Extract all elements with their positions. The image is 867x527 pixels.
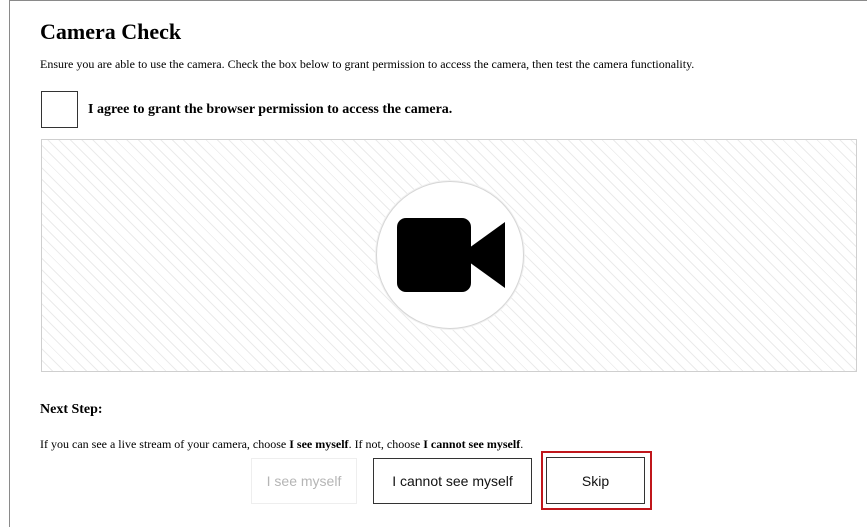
page-title: Camera Check <box>40 19 182 44</box>
permission-label: I agree to grant the browser permission … <box>88 102 453 117</box>
instruction-suffix: . <box>520 437 524 451</box>
next-step-heading: Next Step: <box>40 402 103 417</box>
instruction-option-see: I see myself <box>289 437 349 451</box>
next-step-instruction: If you can see a live stream of your cam… <box>40 437 523 452</box>
video-camera-icon <box>397 218 505 292</box>
intro-text: Ensure you are able to use the camera. C… <box>40 57 695 71</box>
skip-button[interactable]: Skip <box>546 457 645 504</box>
permission-checkbox[interactable] <box>41 91 78 128</box>
see-myself-button[interactable]: I see myself <box>251 458 357 504</box>
camera-icon-circle <box>376 181 524 329</box>
instruction-option-cannot: I cannot see myself <box>423 437 521 451</box>
cannot-see-myself-button[interactable]: I cannot see myself <box>373 458 532 504</box>
camera-preview-area <box>41 139 857 372</box>
instruction-middle: . If not, choose <box>348 437 424 451</box>
instruction-prefix: If you can see a live stream of your cam… <box>40 437 290 451</box>
